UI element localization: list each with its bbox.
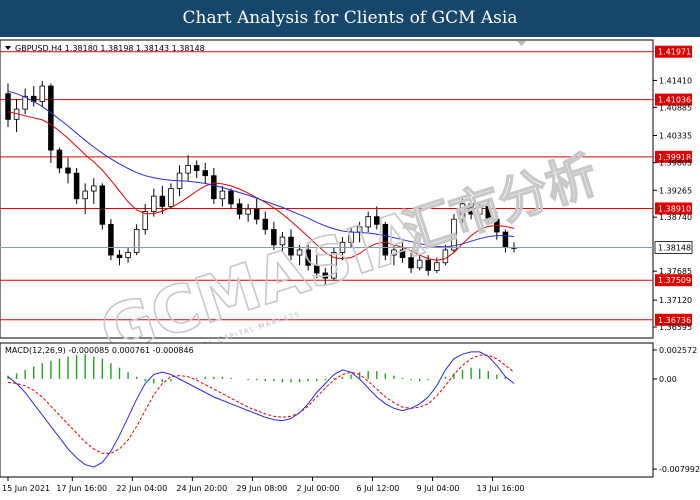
- bullish-candle: [82, 190, 88, 200]
- page-title: Chart Analysis for Clients of GCM Asia: [182, 8, 518, 28]
- time-tick-label: 15 Jun 2021: [2, 484, 50, 493]
- price-tick-label: 1.41410: [659, 76, 692, 85]
- page-header: Chart Analysis for Clients of GCM Asia: [0, 0, 700, 37]
- bullish-candle: [142, 211, 148, 230]
- bearish-candle: [116, 254, 123, 259]
- symbol-header: GBPUSD,H4 1.38180 1.38198 1.38143 1.3814…: [15, 44, 205, 53]
- bearish-candle: [48, 85, 54, 151]
- time-tick-label: 22 Jun 04:00: [116, 484, 167, 493]
- time-tick-label: 29 Jun 08:00: [236, 484, 287, 493]
- macd-tick-label: -0.007992: [659, 465, 700, 474]
- price-tick-label: 1.38740: [659, 213, 692, 222]
- bearish-candle: [56, 149, 63, 169]
- level-price-label: 1.41971: [658, 48, 691, 57]
- bearish-candle: [502, 231, 509, 248]
- bullish-candle: [125, 252, 131, 259]
- price-tick-label: 1.40335: [659, 131, 692, 140]
- price-tick-label: 1.39805: [659, 159, 692, 168]
- macd-tick-label: 0.00: [659, 375, 677, 384]
- bullish-candle: [245, 208, 251, 215]
- bearish-candle: [159, 195, 166, 207]
- time-tick-label: 17 Jun 16:00: [56, 484, 107, 493]
- bullish-candle: [91, 185, 97, 192]
- level-price-label: 1.37509: [658, 276, 691, 285]
- time-tick-label: 6 Jul 12:00: [356, 484, 399, 493]
- macd-label: MACD(12,26,9) -0.000085 0.000761 -0.0008…: [5, 346, 194, 355]
- bearish-candle: [193, 165, 200, 171]
- bullish-candle: [133, 229, 140, 253]
- bearish-candle: [65, 167, 71, 174]
- macd-tick-label: 0.002572: [659, 346, 697, 355]
- bearish-candle: [202, 170, 209, 177]
- bearish-candle: [99, 185, 106, 225]
- time-tick-label: 2 Jul 00:00: [296, 484, 339, 493]
- macd-axis-ticks: 0.002572 0.00 -0.007992: [653, 346, 700, 474]
- bearish-candle: [236, 203, 243, 215]
- bullish-candle: [39, 85, 46, 102]
- time-tick-label: 24 Jun 20:00: [176, 484, 227, 493]
- trading-chart[interactable]: 1.419711.410361.399181.389101.375091.367…: [0, 37, 700, 500]
- bullish-candle: [434, 262, 440, 271]
- bearish-candle: [108, 223, 114, 256]
- level-price-label: 1.38910: [658, 204, 691, 213]
- price-tick-label: 1.37120: [659, 296, 692, 305]
- bearish-candle: [253, 208, 260, 220]
- price-tick-label: 1.40885: [659, 103, 692, 112]
- time-tick-label: 9 Jul 04:00: [417, 484, 460, 493]
- time-tick-label: 13 Jul 16:00: [477, 484, 525, 493]
- bullish-candle: [219, 190, 226, 200]
- current-price-label: 1.38148: [658, 243, 691, 252]
- bearish-candle: [5, 93, 11, 120]
- bullish-candle: [168, 188, 174, 207]
- symbol-info: GBPUSD,H4 1.38180 1.38198 1.38143 1.3814…: [5, 44, 205, 53]
- bullish-candle: [185, 165, 191, 174]
- macd-panel[interactable]: MACD(12,26,9) -0.000085 0.000761 -0.0008…: [0, 342, 700, 478]
- bearish-candle: [211, 175, 217, 200]
- bearish-candle: [262, 218, 269, 230]
- price-tick-label: 1.37685: [659, 267, 692, 276]
- time-axis: 15 Jun 2021 17 Jun 16:00 22 Jun 04:00 24 Ju…: [2, 477, 525, 493]
- bullish-candle: [151, 195, 157, 212]
- bearish-candle: [73, 172, 80, 200]
- price-tick-label: 1.39265: [659, 186, 692, 195]
- price-tick-label: 1.36595: [659, 323, 692, 332]
- macd-panel-frame: [0, 342, 654, 478]
- bearish-candle: [228, 190, 234, 205]
